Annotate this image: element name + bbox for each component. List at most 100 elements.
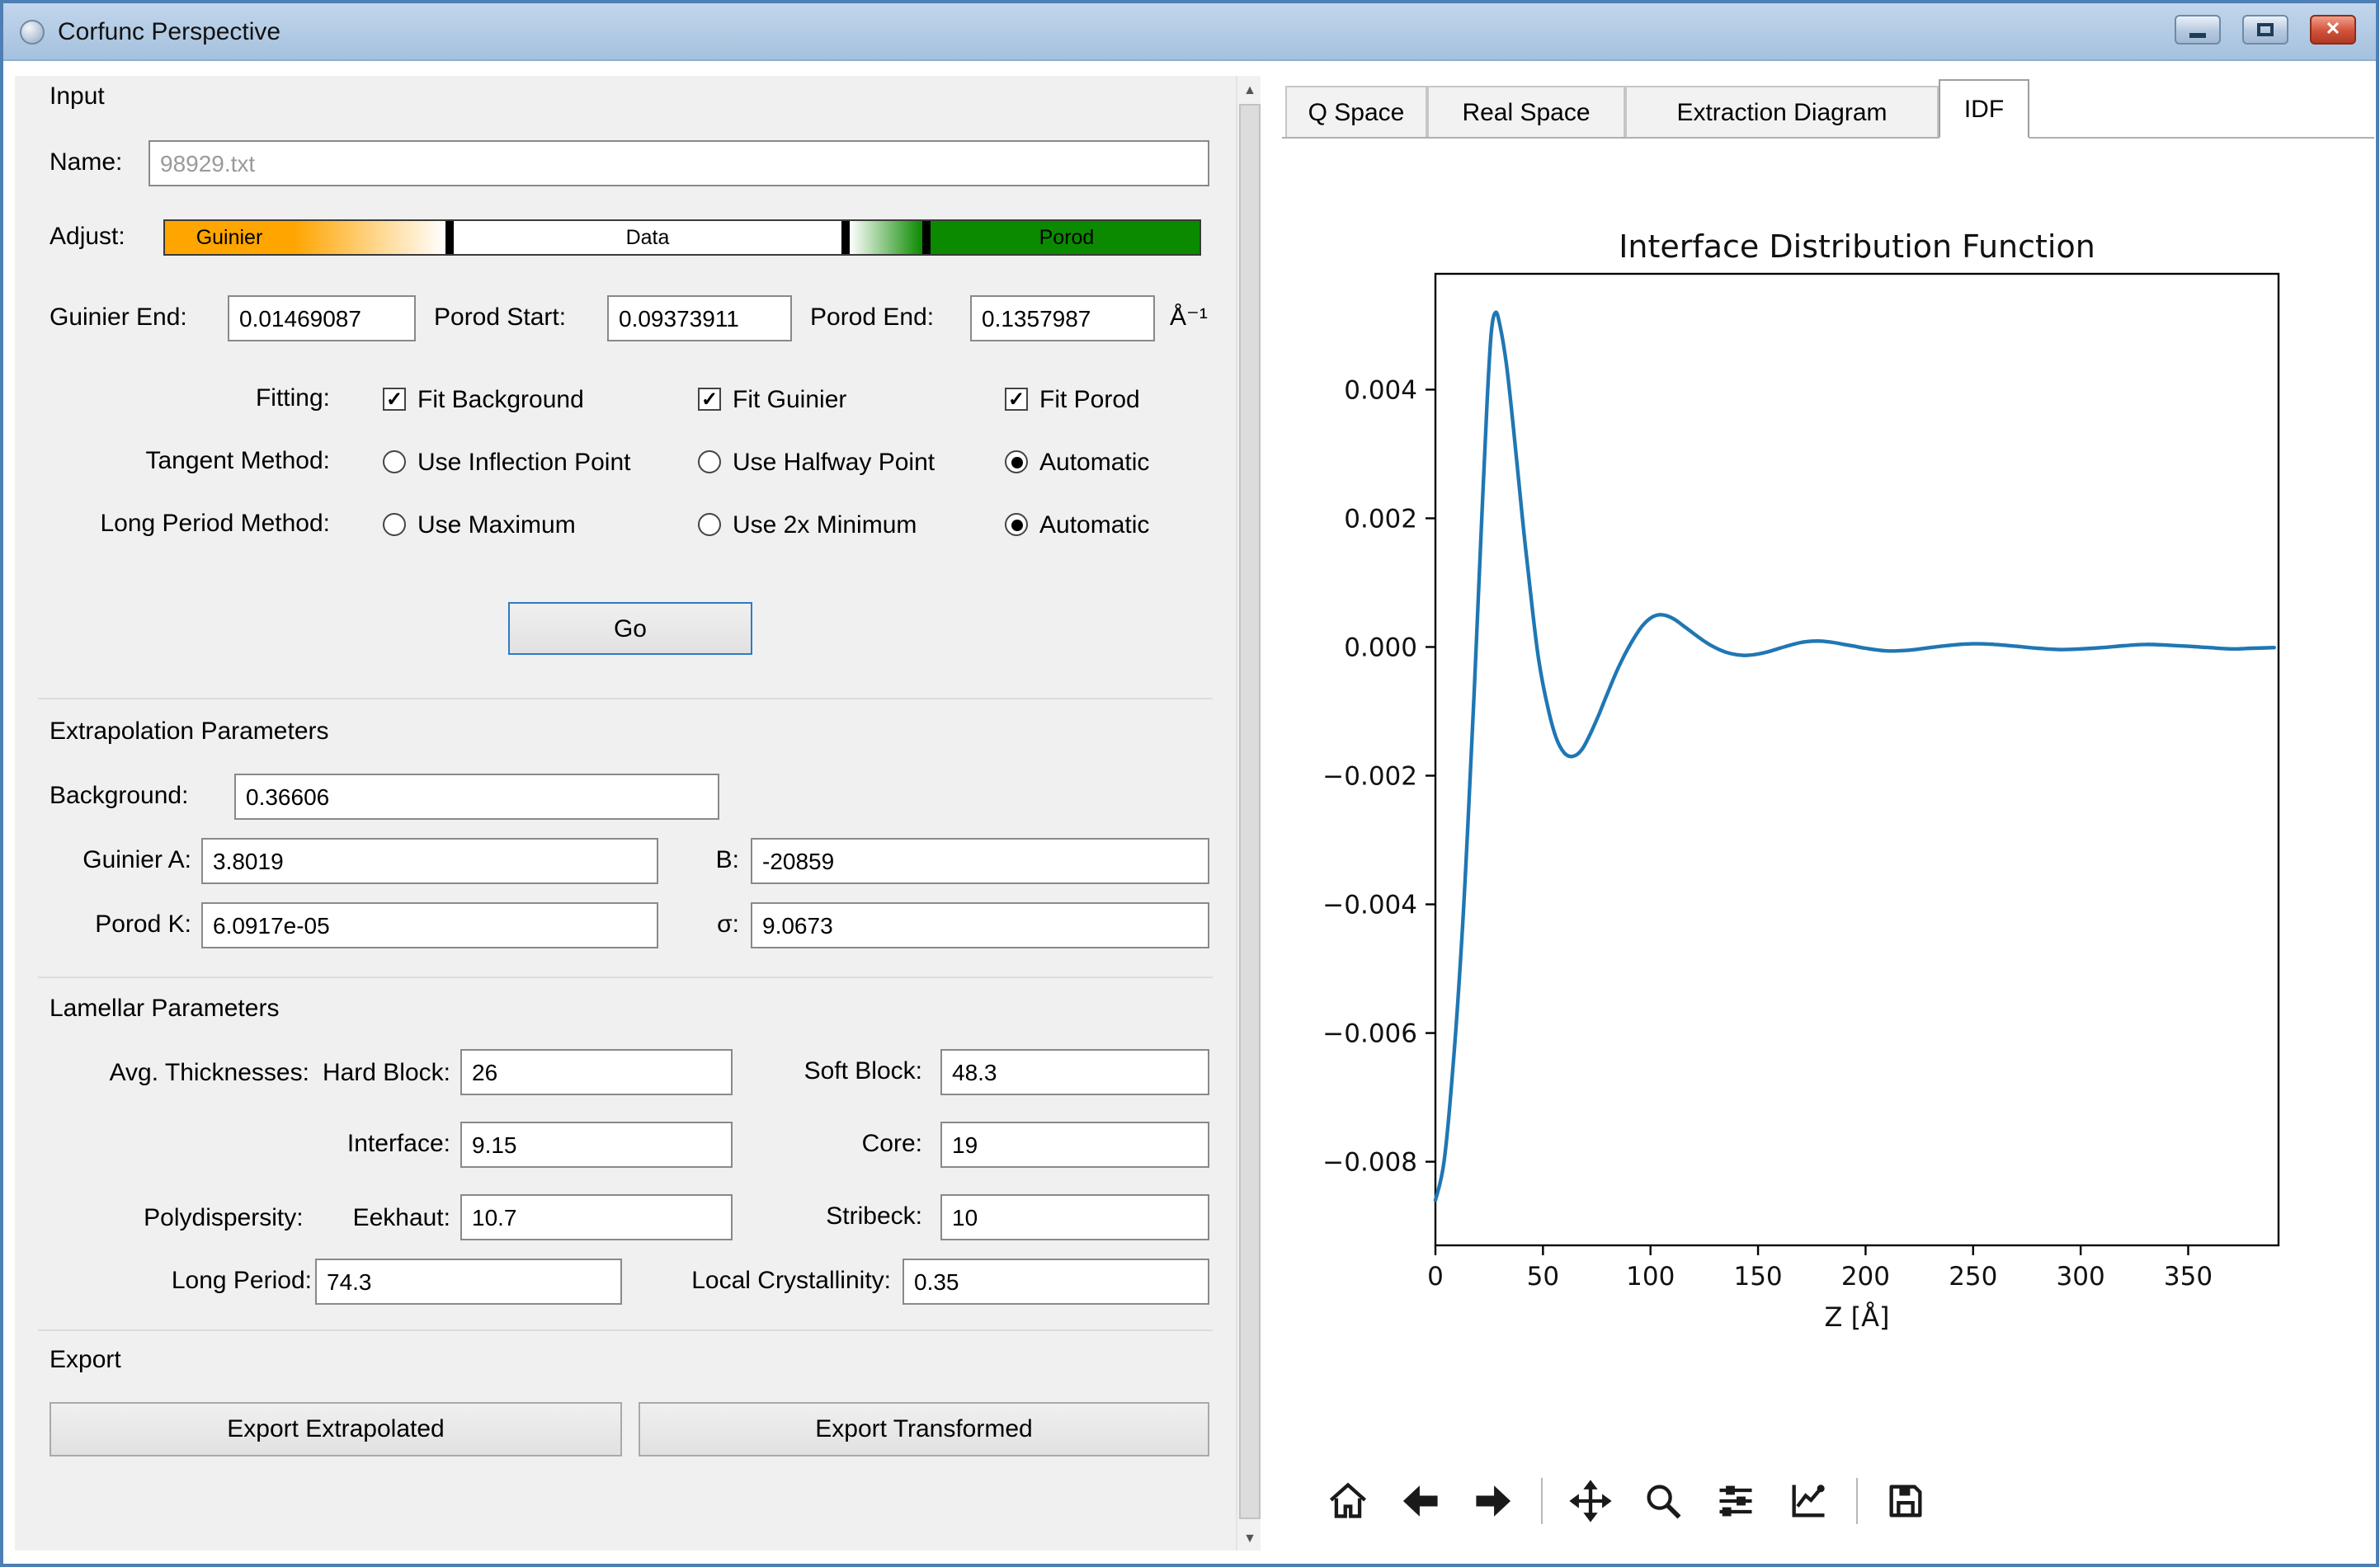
svg-text:0.004: 0.004 [1344,375,1417,405]
radio-label: Use 2x Minimum [733,511,917,539]
svg-text:−0.004: −0.004 [1322,891,1417,920]
porod-start-input[interactable] [607,295,792,341]
svg-text:100: 100 [1626,1262,1675,1292]
back-icon [1399,1480,1442,1522]
long-period-input[interactable] [315,1259,622,1305]
slider-guinier-region: Guinier [165,221,294,254]
maximize-button[interactable] [2242,15,2288,45]
export-section-header: Export [49,1346,121,1376]
tab-extraction-diagram[interactable]: Extraction Diagram [1625,86,1939,137]
porod-start-handle[interactable] [841,221,850,254]
scroll-up-button[interactable]: ▲ [1237,76,1262,102]
fit-guinier-checkbox[interactable]: Fit Guinier [698,381,846,417]
zoom-icon [1642,1480,1685,1522]
porod-k-label: Porod K: [15,902,191,948]
svg-text:300: 300 [2057,1262,2105,1292]
titlebar[interactable]: Corfunc Perspective ✕ [3,3,2376,61]
export-extrapolated-button[interactable]: Export Extrapolated [49,1402,622,1456]
save-button[interactable] [1881,1476,1930,1526]
sigma-label: σ: [559,902,739,948]
avg-thicknesses-label: Avg. Thicknesses: [110,1058,309,1086]
idf-chart[interactable]: 0501001502002503003500.0040.0020.000−0.0… [1274,148,2379,1336]
zoom-button[interactable] [1638,1476,1688,1526]
porod-end-input[interactable] [970,295,1155,341]
hard-block-label: Hard Block: [323,1058,450,1086]
export-transformed-button[interactable]: Export Transformed [639,1402,1209,1456]
radio-use-2x-minimum[interactable]: Use 2x Minimum [698,506,917,543]
pan-button[interactable] [1566,1476,1615,1526]
window-controls: ✕ [2175,15,2356,45]
close-button[interactable]: ✕ [2310,15,2356,45]
radio-label: Use Inflection Point [417,448,631,476]
sigma-input[interactable] [751,902,1209,948]
svg-text:0.002: 0.002 [1344,504,1417,534]
subplots-button[interactable] [1711,1476,1760,1526]
adjust-slider[interactable]: Guinier Data Porod [163,219,1201,256]
plot-toolbar [1323,1476,1930,1526]
tab-q-space[interactable]: Q Space [1285,86,1427,137]
corfunc-window: Corfunc Perspective ✕ Input Name: Adjust… [0,0,2379,1567]
forward-icon [1472,1480,1515,1522]
lamellar-section-header: Lamellar Parameters [49,995,279,1024]
fit-porod-checkbox[interactable]: Fit Porod [1005,381,1140,417]
svg-text:Interface Distribution Functio: Interface Distribution Function [1619,228,2095,265]
svg-text:250: 250 [1949,1262,1997,1292]
section-divider [38,698,1213,699]
radio-icon [698,513,721,536]
customize-button[interactable] [1784,1476,1833,1526]
porod-end-label: Porod End: [810,295,934,341]
radio-icon [1005,513,1028,536]
home-button[interactable] [1323,1476,1373,1526]
minimize-button[interactable] [2175,15,2221,45]
guinier-end-handle[interactable] [445,221,454,254]
radio-tangent-automatic[interactable]: Automatic [1005,444,1149,480]
tab-real-space[interactable]: Real Space [1427,86,1625,137]
checkbox-icon [698,388,721,411]
checkbox-label: Fit Porod [1039,385,1140,413]
checkbox-label: Fit Guinier [733,385,846,413]
radio-label: Use Maximum [417,511,576,539]
radio-use-maximum[interactable]: Use Maximum [383,506,576,543]
maximize-icon [2257,23,2274,36]
back-button[interactable] [1396,1476,1445,1526]
local-crystallinity-input[interactable] [903,1259,1209,1305]
app-icon [20,19,45,44]
radio-long-period-automatic[interactable]: Automatic [1005,506,1149,543]
minimize-icon [2189,32,2206,37]
subplots-icon [1714,1480,1757,1522]
radio-icon [1005,450,1028,473]
close-icon: ✕ [2326,21,2340,39]
radio-use-inflection-point[interactable]: Use Inflection Point [383,444,631,480]
svg-text:−0.002: −0.002 [1322,762,1417,792]
slider-porod-region: Porod [931,221,1201,254]
home-icon [1327,1480,1369,1522]
tangent-method-label: Tangent Method: [15,444,330,480]
forward-button[interactable] [1468,1476,1518,1526]
guinier-end-input[interactable] [228,295,416,341]
core-input[interactable] [940,1122,1209,1168]
radio-use-halfway-point[interactable]: Use Halfway Point [698,444,935,480]
checkbox-icon [383,388,406,411]
background-input[interactable] [234,774,719,820]
tab-idf[interactable]: IDF [1939,79,2029,139]
name-label: Name: [49,140,122,186]
soft-block-input[interactable] [940,1049,1209,1095]
slider-porod-label: Porod [1039,226,1095,249]
scroll-down-button[interactable]: ▼ [1237,1524,1262,1551]
section-divider [38,1329,1213,1331]
radio-icon [383,513,406,536]
vertical-scrollbar[interactable]: ▲ ▼ [1236,76,1261,1551]
b-input[interactable] [751,838,1209,884]
slider-porod-gradient [850,221,922,254]
stribeck-input[interactable] [940,1194,1209,1240]
porod-end-handle[interactable] [922,221,931,254]
name-input[interactable] [148,140,1209,186]
scrollbar-thumb[interactable] [1239,104,1261,1519]
fit-background-checkbox[interactable]: Fit Background [383,381,584,417]
guinier-end-label: Guinier End: [49,295,187,341]
radio-label: Use Halfway Point [733,448,935,476]
fitting-label: Fitting: [15,381,330,417]
slider-guinier-label: Guinier [196,226,263,249]
slider-data-region: Data [454,221,841,254]
go-button[interactable]: Go [508,602,752,655]
